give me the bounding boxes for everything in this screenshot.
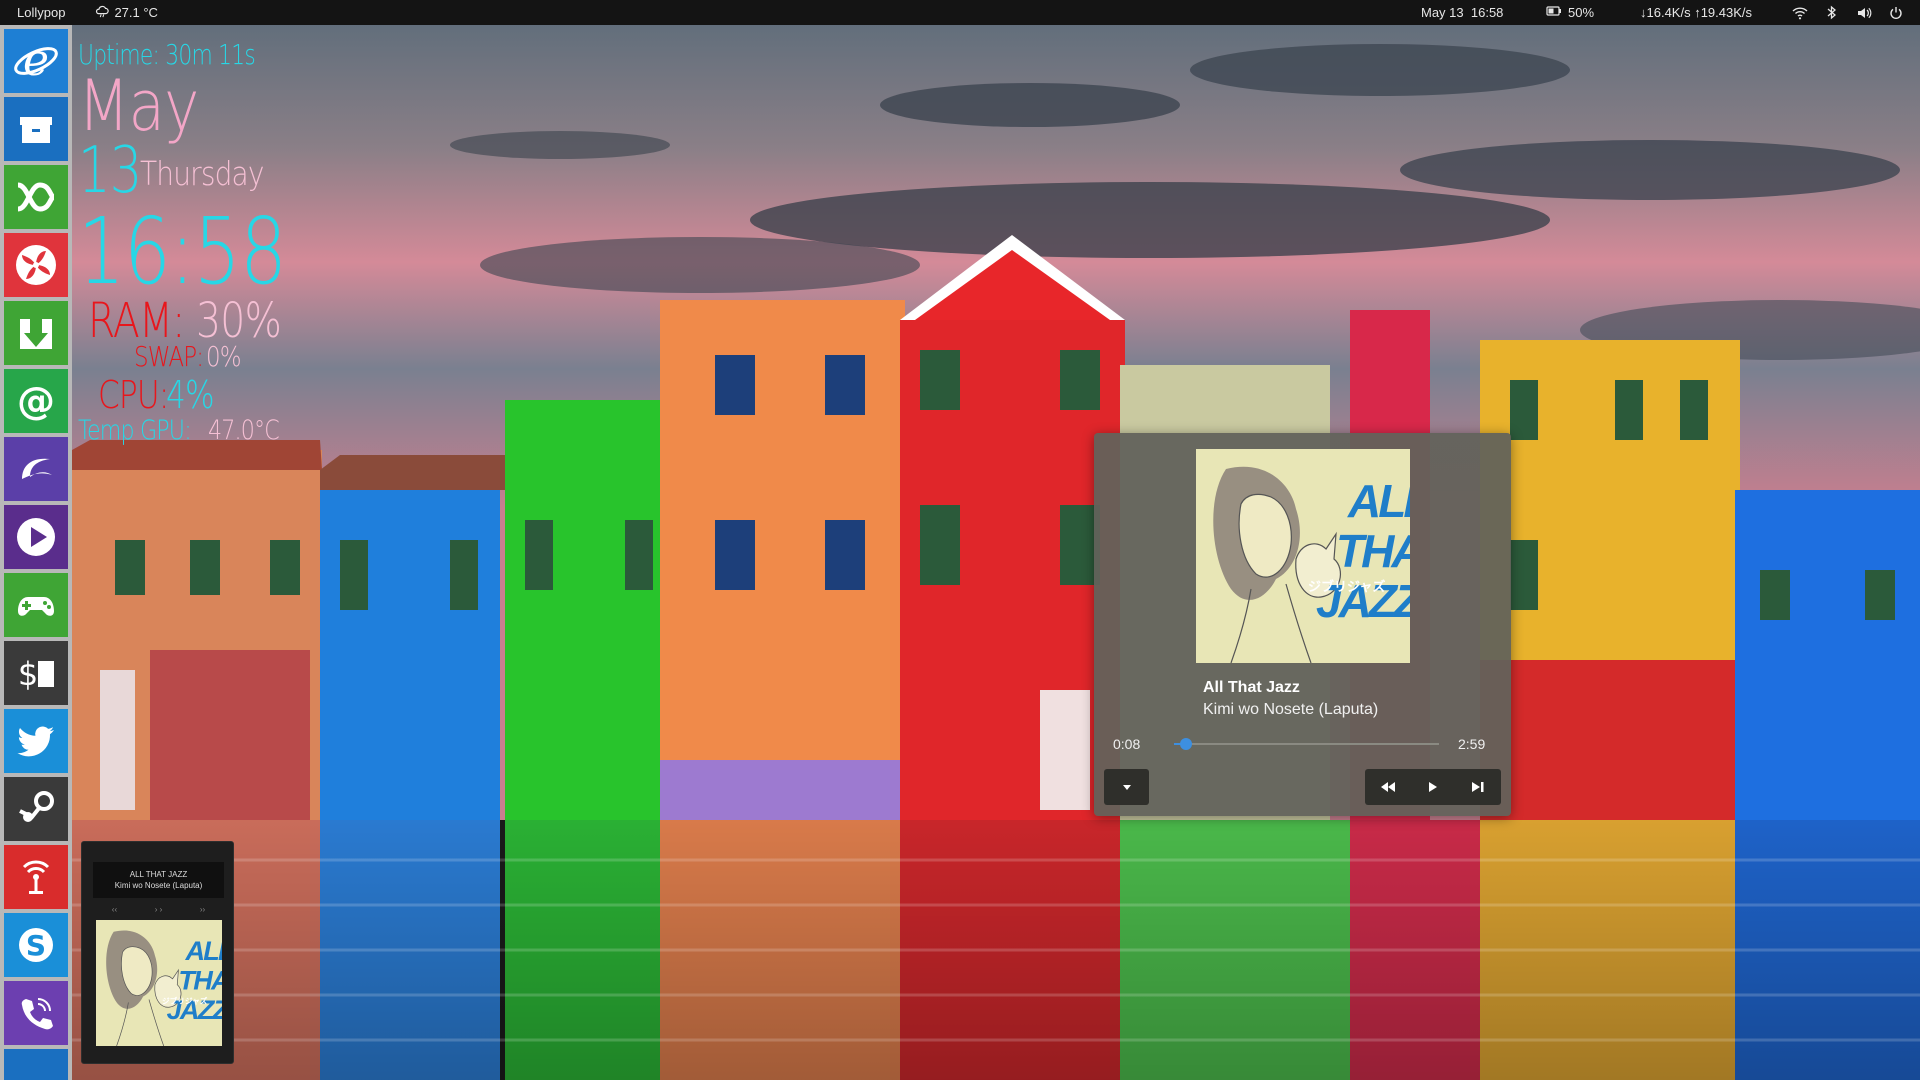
conky-day: 13 xyxy=(78,134,142,208)
gamepad-icon xyxy=(18,597,54,616)
dock-app-broadcast[interactable] xyxy=(4,845,68,909)
cloud-weather-icon xyxy=(95,4,110,21)
dock-app-viber[interactable] xyxy=(4,981,68,1045)
mini-player-header: ALL THAT JAZZ Kimi wo Nosete (Laputa) xyxy=(93,862,224,898)
conky-weekday: Thursday xyxy=(140,154,264,193)
track-title: All That Jazz xyxy=(1203,679,1300,696)
dock-app-steam[interactable] xyxy=(4,777,68,841)
svg-text:e: e xyxy=(23,37,49,85)
play-icon xyxy=(1428,782,1437,792)
svg-text:S: S xyxy=(26,929,46,962)
mini-play-button[interactable]: › › xyxy=(155,905,163,914)
desktop-wallpaper xyxy=(0,0,1920,1080)
crossover-icon xyxy=(17,182,55,212)
skip-next-icon xyxy=(1472,782,1484,792)
battery-icon xyxy=(1546,5,1562,20)
dock-app-twitter[interactable] xyxy=(4,709,68,773)
time-elapsed: 0:08 xyxy=(1113,736,1141,752)
wifi-icon[interactable] xyxy=(1792,5,1808,21)
track-artist: Kimi wo Nosete (Laputa) xyxy=(1203,701,1379,718)
power-icon[interactable] xyxy=(1888,5,1904,21)
battery-percent: 50% xyxy=(1568,5,1595,20)
crescent-icon xyxy=(22,458,52,479)
dock-app-skype[interactable]: S xyxy=(4,913,68,977)
mini-next-button[interactable]: ›› xyxy=(200,905,205,914)
dock-app-media-player[interactable] xyxy=(4,505,68,569)
mini-player-title: ALL THAT JAZZ xyxy=(129,870,188,879)
svg-text:@: @ xyxy=(17,379,55,423)
album-art-subtitle: ジブリジャズ xyxy=(162,996,208,1006)
at-mail-icon: @ xyxy=(17,379,55,423)
conky-cpu-value: 4% xyxy=(166,373,215,417)
collapse-button[interactable] xyxy=(1104,769,1149,805)
seek-handle[interactable] xyxy=(1179,738,1192,750)
dock-app-internet-explorer[interactable]: e xyxy=(4,29,68,93)
album-art-title-line: ALL xyxy=(184,935,222,966)
mini-prev-button[interactable]: ‹‹ xyxy=(112,905,117,914)
conky-time: 16:58 xyxy=(78,198,287,305)
system-tray xyxy=(1792,0,1904,25)
album-art-title-line: ALL xyxy=(1347,475,1410,527)
dock-app-moon[interactable] xyxy=(4,437,68,501)
internet-explorer-icon: e xyxy=(14,37,58,85)
play-button[interactable] xyxy=(1410,769,1455,805)
dock-app-archive-manager[interactable] xyxy=(4,97,68,161)
rewind-icon xyxy=(1380,782,1395,792)
battery-indicator[interactable]: 50% xyxy=(1546,0,1594,25)
conky-swap-value: 0% xyxy=(206,340,242,373)
dock-app-more[interactable] xyxy=(4,1049,68,1080)
twitter-bird-icon xyxy=(17,726,54,757)
album-art-title-line: THAT xyxy=(178,964,222,995)
conky-cpu-label: CPU: xyxy=(98,373,169,417)
mini-player-subtitle: Kimi wo Nosete (Laputa) xyxy=(114,881,203,890)
app-dock: e @ $ S xyxy=(0,25,72,1080)
panel-clock[interactable]: May 13 16:58 xyxy=(1421,0,1503,25)
dock-app-fan-control[interactable] xyxy=(4,233,68,297)
conky-temp-value: 47.0°C xyxy=(208,415,280,446)
time-total: 2:59 xyxy=(1458,736,1486,752)
panel-time: 16:58 xyxy=(1470,5,1504,20)
top-panel: Lollypop 27.1 °C May 13 16:58 50% ↓16.4K… xyxy=(0,0,1920,25)
download-icon xyxy=(20,319,52,349)
viber-phone-icon xyxy=(21,998,53,1030)
svg-text:$: $ xyxy=(18,655,38,693)
mini-player-widget[interactable]: ALL THAT JAZZ Kimi wo Nosete (Laputa) ‹‹… xyxy=(81,841,234,1064)
weather-indicator[interactable]: 27.1 °C xyxy=(95,0,158,25)
album-art-title-line: THAT xyxy=(1336,525,1410,577)
bluetooth-icon[interactable] xyxy=(1824,5,1840,21)
conky-swap-label: SWAP: xyxy=(134,340,204,373)
dock-app-finance[interactable]: $ xyxy=(4,641,68,705)
skype-icon: S xyxy=(19,928,53,962)
antenna-icon xyxy=(22,860,50,894)
dollar-icon: $ xyxy=(18,655,54,693)
music-player-popup: ALLTHATJAZZジブリジャズ All That Jazz Kimi wo … xyxy=(1094,433,1511,816)
panel-date: May 13 xyxy=(1421,5,1464,20)
dock-app-crossover[interactable] xyxy=(4,165,68,229)
previous-button[interactable] xyxy=(1365,769,1410,805)
album-art-subtitle: ジブリジャズ xyxy=(1308,579,1385,595)
seek-bar[interactable] xyxy=(1174,738,1439,750)
fan-icon xyxy=(16,245,56,285)
dock-app-games[interactable] xyxy=(4,573,68,637)
play-icon xyxy=(17,518,55,556)
archive-icon xyxy=(20,117,52,143)
mini-album-art: ALLTHATJAZZジブリジャズ xyxy=(96,920,222,1046)
next-button[interactable] xyxy=(1456,769,1501,805)
dock-app-mail[interactable]: @ xyxy=(4,369,68,433)
chevron-down-icon xyxy=(1122,785,1131,790)
network-speed[interactable]: ↓16.4K/s ↑19.43K/s xyxy=(1640,0,1752,25)
transport-controls xyxy=(1365,769,1501,805)
distro-name[interactable]: Lollypop xyxy=(17,0,65,25)
album-art: ALLTHATJAZZジブリジャズ xyxy=(1196,449,1410,663)
conky-temp-label: Temp GPU: xyxy=(78,415,192,446)
temperature-text: 27.1 °C xyxy=(114,5,158,20)
dock-app-downloader[interactable] xyxy=(4,301,68,365)
volume-icon[interactable] xyxy=(1856,5,1872,21)
mini-player-controls: ‹‹ › › ›› xyxy=(93,902,224,916)
steam-icon xyxy=(19,791,54,822)
